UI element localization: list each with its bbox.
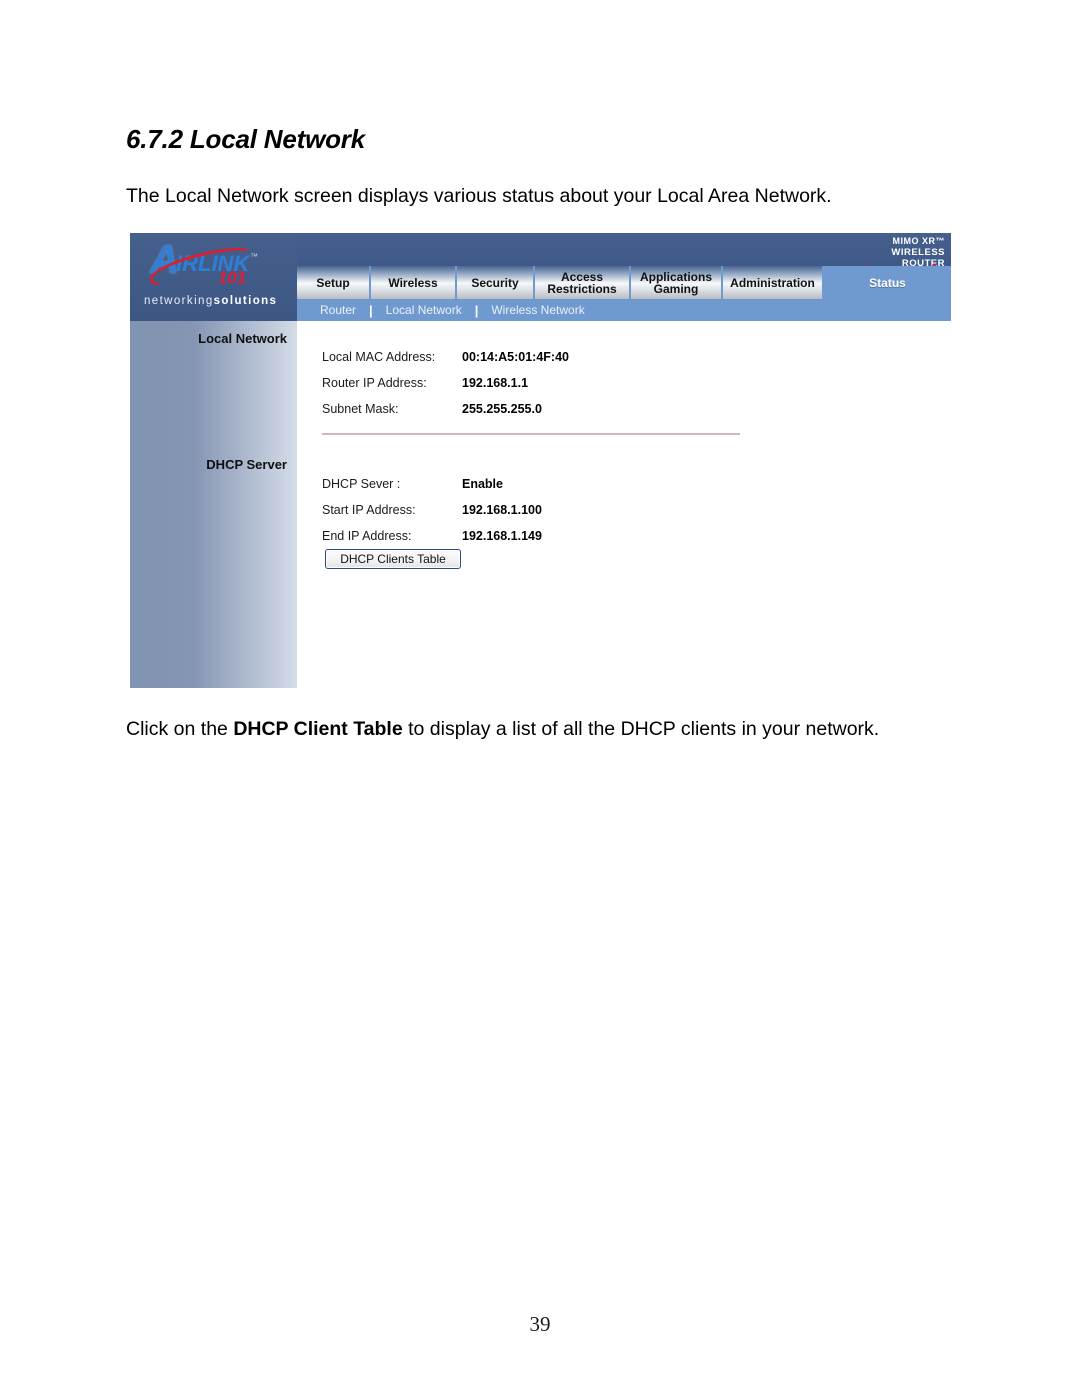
tab-status[interactable]: Status (824, 266, 951, 299)
intro-paragraph: The Local Network screen displays variou… (126, 185, 832, 207)
tab-access-restrictions-line2: Restrictions (547, 281, 617, 296)
subnav-item-router[interactable]: Router (307, 303, 369, 317)
field-end-ip-address: End IP Address: 192.168.1.149 (322, 527, 542, 545)
field-label: Subnet Mask: (322, 402, 399, 416)
tab-applications-gaming-line2: Gaming (653, 281, 699, 296)
brand-panel: A IRLINK 101 ™ networkingsolutions (130, 233, 297, 323)
router-admin-screenshot: A IRLINK 101 ™ networkingsolutions MIMO … (130, 233, 951, 689)
logo-model-number: 101 (218, 268, 247, 287)
field-value: 192.168.1.1 (462, 376, 529, 390)
tagline-bold: solutions (213, 295, 278, 307)
field-dhcp-server-state: DHCP Sever : Enable (322, 475, 503, 493)
dhcp-clients-table-button[interactable]: DHCP Clients Table (325, 549, 461, 569)
field-value: 192.168.1.149 (462, 529, 542, 543)
airlink-logo: A IRLINK 101 ™ (146, 240, 286, 294)
tagline-light: networking (144, 295, 214, 307)
field-label: DHCP Sever : (322, 477, 401, 491)
field-label: End IP Address: (322, 529, 412, 543)
outro-bold-term: DHCP Client Table (233, 718, 403, 740)
trademark-icon: ™ (250, 252, 258, 261)
tab-security[interactable]: Security (457, 266, 535, 299)
subnav-item-local-network[interactable]: Local Network (373, 303, 475, 317)
tab-access-restrictions-line1: Access (560, 269, 604, 284)
tab-wireless[interactable]: Wireless (371, 266, 457, 299)
brand-tagline: networkingsolutions (144, 295, 277, 307)
sidebar-section-local-network: Local Network (198, 331, 287, 346)
outro-prefix: Click on the (126, 718, 234, 740)
sub-navigation-bar: Router | Local Network | Wireless Networ… (297, 299, 951, 321)
router-body: Local Network DHCP Server Local MAC Addr… (130, 321, 951, 689)
sidebar-section-dhcp-server: DHCP Server (206, 457, 287, 472)
field-label: Start IP Address: (322, 503, 416, 517)
subnav-item-wireless-network[interactable]: Wireless Network (478, 303, 597, 317)
field-router-ip-address: Router IP Address: 192.168.1.1 (322, 374, 528, 392)
field-value: 192.168.1.100 (462, 503, 542, 517)
product-line-1: MIMO XR™ (892, 236, 945, 246)
field-label: Router IP Address: (322, 376, 427, 390)
tab-applications-gaming[interactable]: Applications Gaming (631, 266, 723, 299)
outro-paragraph: Click on the DHCP Client Table to displa… (126, 718, 879, 741)
field-value: Enable (462, 477, 503, 491)
main-navigation-tabs: Setup Wireless Security Access Restricti… (297, 266, 951, 299)
tab-applications-gaming-line1: Applications (639, 269, 712, 284)
outro-suffix: to display a list of all the DHCP client… (402, 718, 880, 740)
field-value: 00:14:A5:01:4F:40 (462, 350, 569, 364)
tab-administration[interactable]: Administration (723, 266, 824, 299)
field-local-mac-address: Local MAC Address: 00:14:A5:01:4F:40 (322, 348, 569, 366)
router-content-area: Local MAC Address: 00:14:A5:01:4F:40 Rout… (297, 321, 951, 688)
field-subnet-mask: Subnet Mask: 255.255.255.0 (322, 400, 542, 418)
router-sidebar: Local Network DHCP Server (130, 321, 297, 688)
section-divider (322, 433, 740, 435)
tab-access-restrictions[interactable]: Access Restrictions (535, 266, 631, 299)
page-title: 6.7.2 Local Network (126, 124, 365, 154)
router-header-bar: A IRLINK 101 ™ networkingsolutions MIMO … (130, 233, 951, 323)
tab-setup[interactable]: Setup (297, 266, 371, 299)
page-number: 39 (529, 1312, 551, 1336)
field-value: 255.255.255.0 (462, 402, 542, 416)
field-start-ip-address: Start IP Address: 192.168.1.100 (322, 501, 542, 519)
field-label: Local MAC Address: (322, 350, 436, 364)
